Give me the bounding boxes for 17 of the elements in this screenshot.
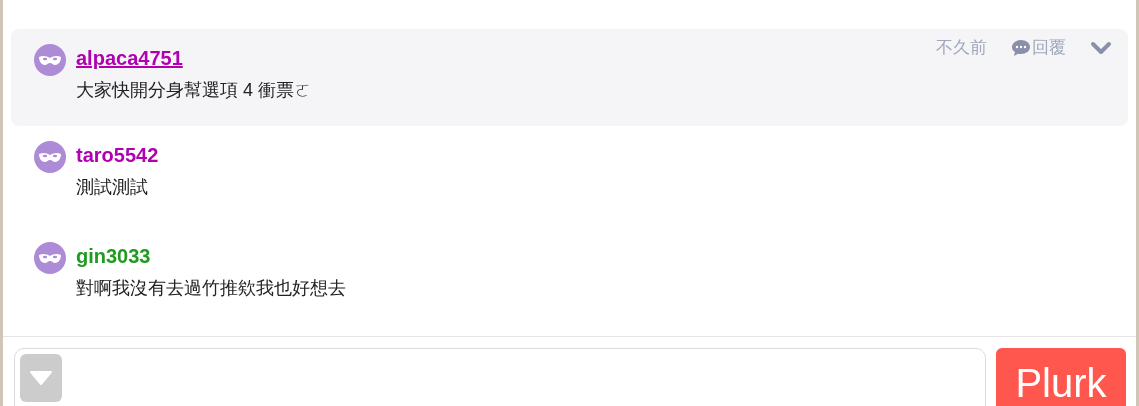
response-text: 對啊我沒有去過竹推欸我也好想去	[76, 277, 346, 300]
username-link[interactable]: alpaca4751	[76, 44, 183, 72]
caret-down-icon	[30, 371, 52, 385]
message-input[interactable]	[14, 348, 986, 406]
username-link[interactable]: taro5542	[76, 141, 159, 169]
response-text: 測試測試	[76, 176, 149, 199]
speech-bubble-icon	[1011, 38, 1031, 57]
username-link[interactable]: gin3033	[76, 242, 151, 270]
chevron-down-icon[interactable]	[1090, 40, 1112, 55]
timestamp: 不久前	[936, 37, 987, 59]
reply-button[interactable]: 回覆	[1011, 35, 1066, 61]
mask-avatar-icon	[34, 141, 66, 173]
mask-avatar-icon	[34, 44, 66, 76]
dropdown-button[interactable]	[20, 354, 62, 402]
response-text: 大家快開分身幫選項 4 衝票ㄛ	[76, 79, 312, 102]
plurk-button[interactable]: Plurk	[996, 348, 1126, 406]
mask-avatar-icon	[34, 242, 66, 274]
